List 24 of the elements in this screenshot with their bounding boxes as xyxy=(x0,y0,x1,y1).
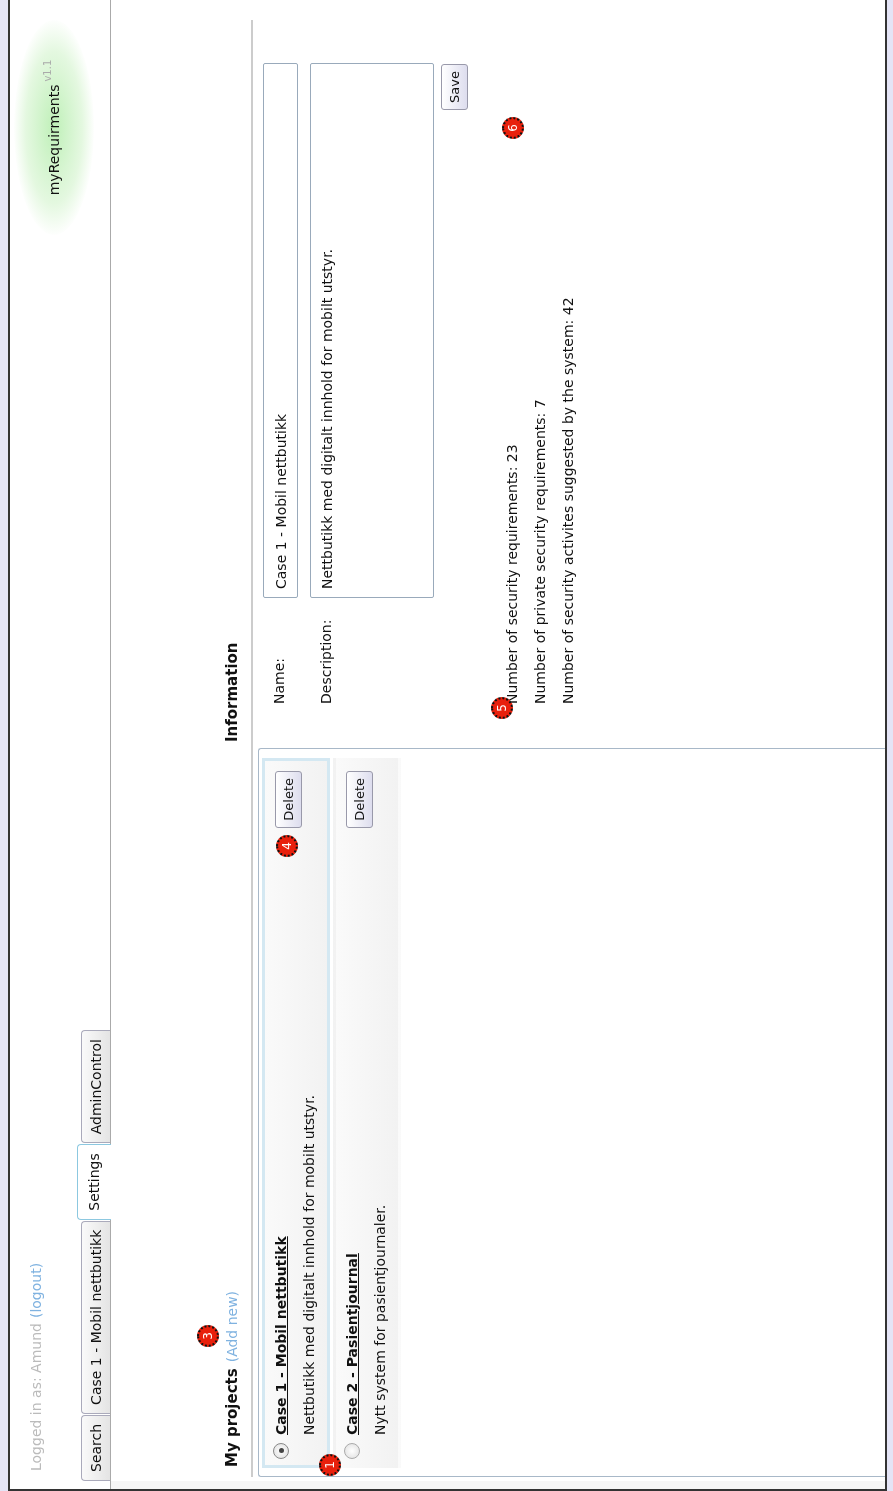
radio-button[interactable] xyxy=(344,1443,360,1459)
description-field[interactable]: Nettbutikk med digitalt innhold for mobilt utstyr. xyxy=(310,63,434,598)
section-heading: My projects xyxy=(223,1368,241,1467)
delete-button[interactable]: Delete xyxy=(346,771,373,828)
radio-button[interactable] xyxy=(273,1443,289,1459)
logged-in-text: Logged in as: Amund xyxy=(28,1323,44,1471)
section-heading: Information xyxy=(223,642,241,742)
project-title-link[interactable]: Case 2 - Pasientjournal xyxy=(344,1253,360,1435)
project-item[interactable]: Case 2 - Pasientjournal Nytt system for pasientjournaler. Delete xyxy=(333,758,401,1468)
tab[interactable]: Settings xyxy=(77,1144,111,1220)
name-field[interactable]: Case 1 - Mobil nettbutikk xyxy=(263,63,298,598)
delete-button[interactable]: Delete xyxy=(275,771,302,828)
tab[interactable]: AdminControl xyxy=(81,1030,110,1144)
stat-text: Number of private security requirements: 7 xyxy=(532,399,548,704)
tab[interactable]: Case 1 - Mobil nettbutikk xyxy=(81,1220,110,1414)
save-button[interactable]: Save xyxy=(441,64,468,110)
logo: myRequirments v1.1 xyxy=(14,20,94,235)
stat-text: Number of security activites suggested by the system: 42 xyxy=(560,297,576,704)
project-description: Nytt system for pasientjournaler. xyxy=(372,1204,388,1437)
description-label: Description: xyxy=(317,618,334,704)
project-title-link[interactable]: Case 1 - Mobil nettbutikk xyxy=(273,1236,289,1435)
name-label: Name: xyxy=(270,656,287,704)
tab[interactable]: Search xyxy=(81,1414,110,1481)
project-description: Nettbutikk med digitalt innhold for mobilt utstyr. xyxy=(301,1094,317,1437)
